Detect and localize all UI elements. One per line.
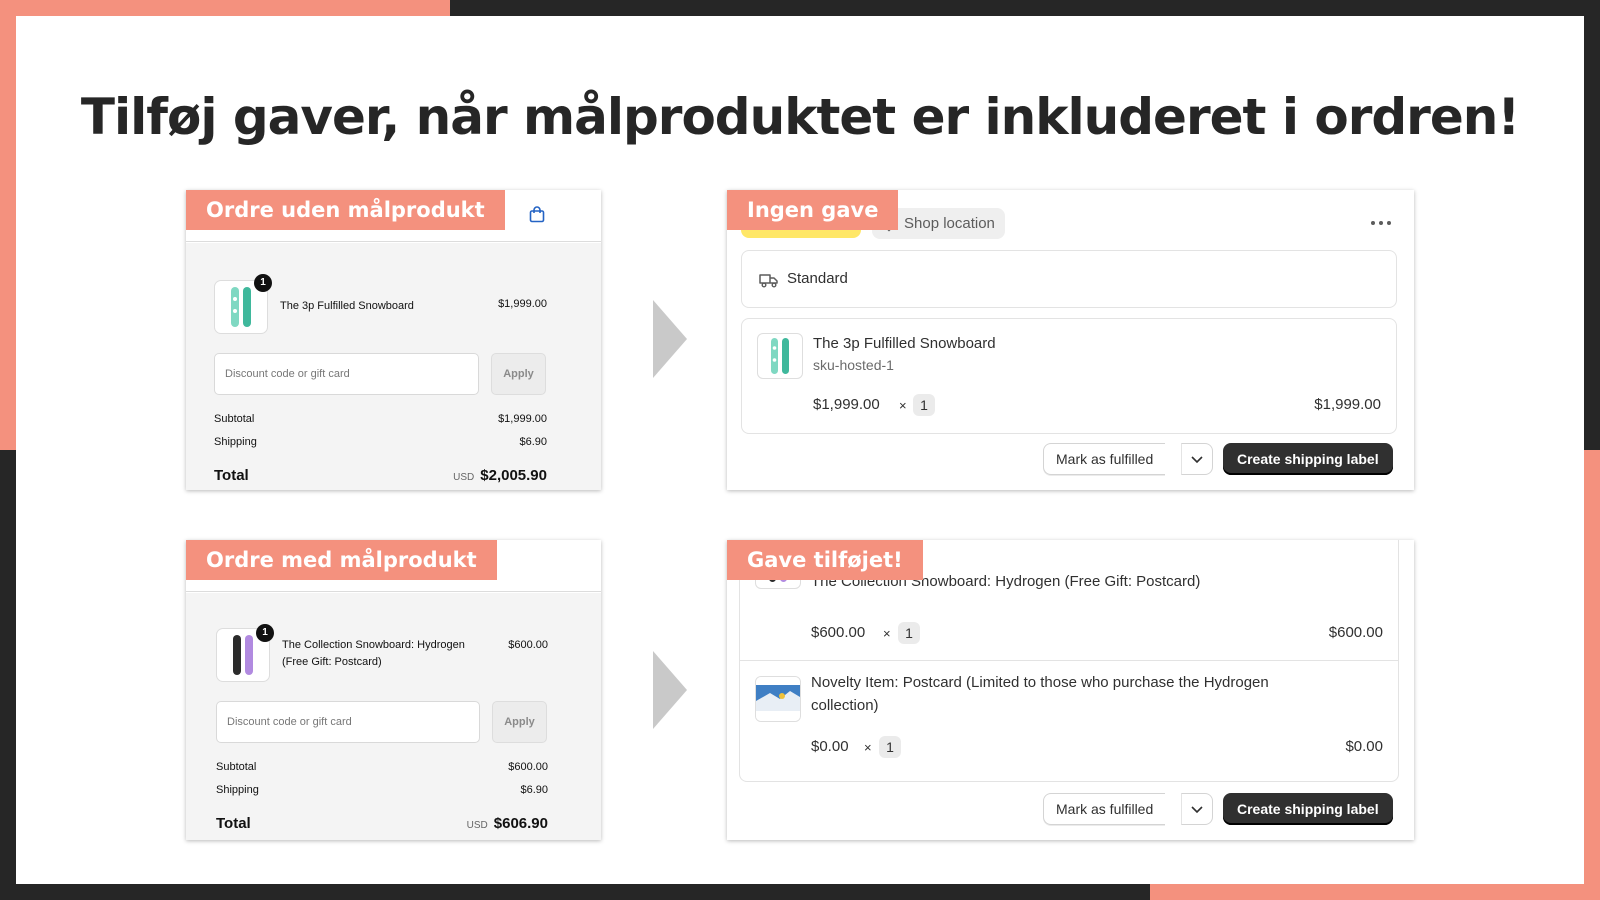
product-thumbnail (757, 333, 803, 379)
line-item-title[interactable]: Novelty Item: Postcard (Limited to those… (811, 671, 1269, 717)
currency-code: USD (466, 820, 488, 831)
line-item-title-line-2: collection) (811, 697, 879, 714)
fulfill-options-button[interactable] (1181, 793, 1213, 825)
create-shipping-label-text: Create shipping label (1237, 801, 1379, 817)
line-item-total: $0.00 (1345, 738, 1383, 755)
multiply-sign: × (883, 626, 891, 641)
mark-as-fulfilled-label: Mark as fulfilled (1056, 801, 1154, 817)
discount-input[interactable]: Discount code or gift card (214, 353, 479, 395)
line-item-quantity: 1 (913, 394, 935, 416)
mark-as-fulfilled-button[interactable]: Mark as fulfilled (1043, 793, 1166, 825)
total-value: USD $2,005.90 (453, 467, 547, 485)
checkout-panel-with-target: Ordre med målprodukt 1 The Collection Sn… (186, 540, 601, 840)
checkout-summary: 1 The Collection Snowboard: Hydrogen (Fr… (186, 593, 601, 840)
product-name-line-2: (Free Gift: Postcard) (282, 656, 382, 668)
line-item-price: $0.00 (811, 738, 849, 755)
currency-code: USD (453, 472, 475, 483)
total-value: USD $606.90 (467, 815, 548, 833)
mark-as-fulfilled-button[interactable]: Mark as fulfilled (1043, 443, 1166, 475)
panel-tag: Ingen gave (727, 190, 899, 230)
shipping-value: $6.90 (519, 436, 547, 448)
product-price: $600.00 (508, 639, 548, 651)
quantity-badge: 1 (254, 274, 272, 292)
arrow-right-icon (653, 651, 687, 729)
multiply-sign: × (899, 398, 907, 413)
arrow-right-icon (653, 300, 687, 378)
shop-location-label: Shop location (904, 215, 995, 232)
line-item-total: $1,999.00 (1314, 396, 1381, 413)
create-shipping-label-button[interactable]: Create shipping label (1223, 443, 1393, 475)
total-label: Total (216, 815, 251, 832)
subtotal-label: Subtotal (216, 761, 257, 773)
line-item-quantity: 1 (898, 622, 920, 644)
postcard-image (756, 677, 800, 721)
apply-button[interactable]: Apply (492, 701, 547, 743)
apply-button[interactable]: Apply (491, 353, 546, 395)
line-item-sku: sku-hosted-1 (813, 357, 894, 373)
subtotal-value: $600.00 (508, 761, 548, 773)
create-shipping-label-text: Create shipping label (1237, 451, 1379, 467)
chevron-down-icon (1191, 806, 1203, 814)
product-name: The 3p Fulfilled Snowboard (280, 300, 414, 312)
line-item-price: $1,999.00 (813, 396, 880, 413)
product-name: The Collection Snowboard: Hydrogen (Free… (282, 637, 465, 671)
headline: Tilføj gaver, når målproduktet er inklud… (80, 88, 1520, 146)
checkout-panel-no-target: Ordre uden målprodukt 1 The 3p Fulfilled… (186, 190, 601, 490)
total-label: Total (214, 467, 249, 484)
line-item-title[interactable]: The 3p Fulfilled Snowboard (813, 332, 996, 355)
mark-as-fulfilled-label: Mark as fulfilled (1056, 451, 1154, 467)
create-shipping-label-button[interactable]: Create shipping label (1223, 793, 1393, 825)
line-item-price: $600.00 (811, 624, 866, 641)
panel-tag: Ordre uden målprodukt (186, 190, 505, 230)
product-name-line-1: The Collection Snowboard: Hydrogen (282, 639, 465, 651)
panel-tag: Gave tilføjet! (727, 540, 923, 580)
product-thumbnail (755, 676, 801, 722)
delivery-method-label: Standard (787, 270, 848, 287)
shopping-bag-icon[interactable] (529, 206, 545, 223)
subtotal-value: $1,999.00 (498, 413, 547, 425)
subtotal-label: Subtotal (214, 413, 255, 425)
panel-tag: Ordre med målprodukt (186, 540, 497, 580)
quantity-badge: 1 (256, 624, 274, 642)
line-item-title-line-1: Novelty Item: Postcard (Limited to those… (811, 674, 1269, 691)
truck-icon (759, 274, 778, 288)
order-admin-panel-no-gift: Ingen gave Shop location Standard The 3p… (727, 190, 1414, 490)
snowboard-image (771, 338, 789, 374)
shipping-value: $6.90 (520, 784, 548, 796)
line-item-quantity: 1 (879, 736, 901, 758)
line-item-divider (740, 660, 1398, 661)
discount-input[interactable]: Discount code or gift card (216, 701, 480, 743)
multiply-sign: × (864, 740, 872, 755)
line-items-card: The 3p Fulfilled Snowboard sku-hosted-1 … (741, 318, 1397, 434)
shipping-label: Shipping (214, 436, 257, 448)
chevron-down-icon (1191, 456, 1203, 464)
checkout-summary: 1 The 3p Fulfilled Snowboard $1,999.00 D… (186, 243, 601, 490)
product-price: $1,999.00 (498, 298, 547, 310)
order-admin-panel-gift: Gave tilføjet! The Collection Snowboard:… (727, 540, 1414, 840)
line-item-total: $600.00 (1328, 624, 1383, 641)
shipping-label: Shipping (216, 784, 259, 796)
total-amount: $2,005.90 (480, 467, 547, 484)
delivery-method-card: Standard (741, 250, 1397, 308)
fulfill-options-button[interactable] (1181, 443, 1213, 475)
total-amount: $606.90 (493, 815, 548, 832)
more-actions-icon[interactable] (1369, 219, 1393, 227)
